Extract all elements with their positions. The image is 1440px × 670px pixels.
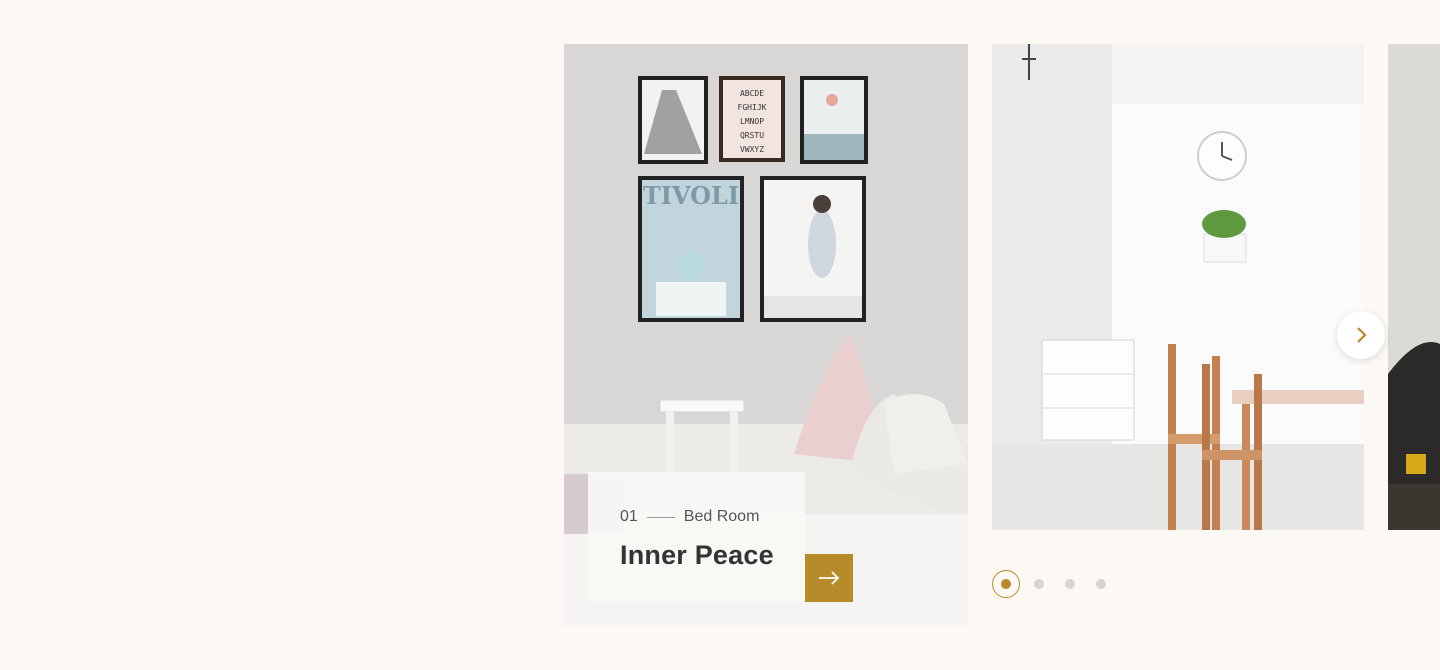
slide-number: 01 (620, 508, 638, 525)
svg-text:VWXYZ: VWXYZ (740, 145, 764, 154)
svg-text:ABCDE: ABCDE (740, 89, 764, 98)
svg-text:LMNOP: LMNOP (740, 117, 764, 126)
slide-title[interactable]: Inner Peace (620, 540, 805, 571)
pagination-dot-4[interactable] (1096, 579, 1106, 589)
room-slider: ABCDE FGHIJK LMNOP QRSTU VWXYZ TIVOLI 01… (0, 0, 1440, 670)
slide-image-dining[interactable] (992, 44, 1364, 530)
dining-photo (992, 44, 1364, 530)
meta-divider (646, 516, 675, 518)
svg-text:QRSTU: QRSTU (740, 131, 764, 140)
svg-text:TIVOLI: TIVOLI (643, 181, 739, 210)
pagination-dot-3[interactable] (1065, 579, 1075, 589)
svg-text:FGHIJK: FGHIJK (738, 103, 767, 112)
pagination-dot-2[interactable] (1034, 579, 1044, 589)
slide-meta: 01 Bed Room (620, 508, 805, 526)
arrow-right-icon (819, 571, 840, 585)
view-room-button[interactable] (805, 554, 853, 602)
chevron-right-icon (1357, 327, 1367, 343)
next-slide-button[interactable] (1337, 311, 1385, 359)
slide-category: Bed Room (683, 508, 760, 525)
pagination-dot-1[interactable] (992, 570, 1020, 598)
slide-caption-card: 01 Bed Room Inner Peace (588, 472, 805, 602)
slider-pagination (992, 570, 1127, 598)
slide-image-partial[interactable] (1388, 44, 1440, 530)
partial-photo (1388, 44, 1440, 530)
